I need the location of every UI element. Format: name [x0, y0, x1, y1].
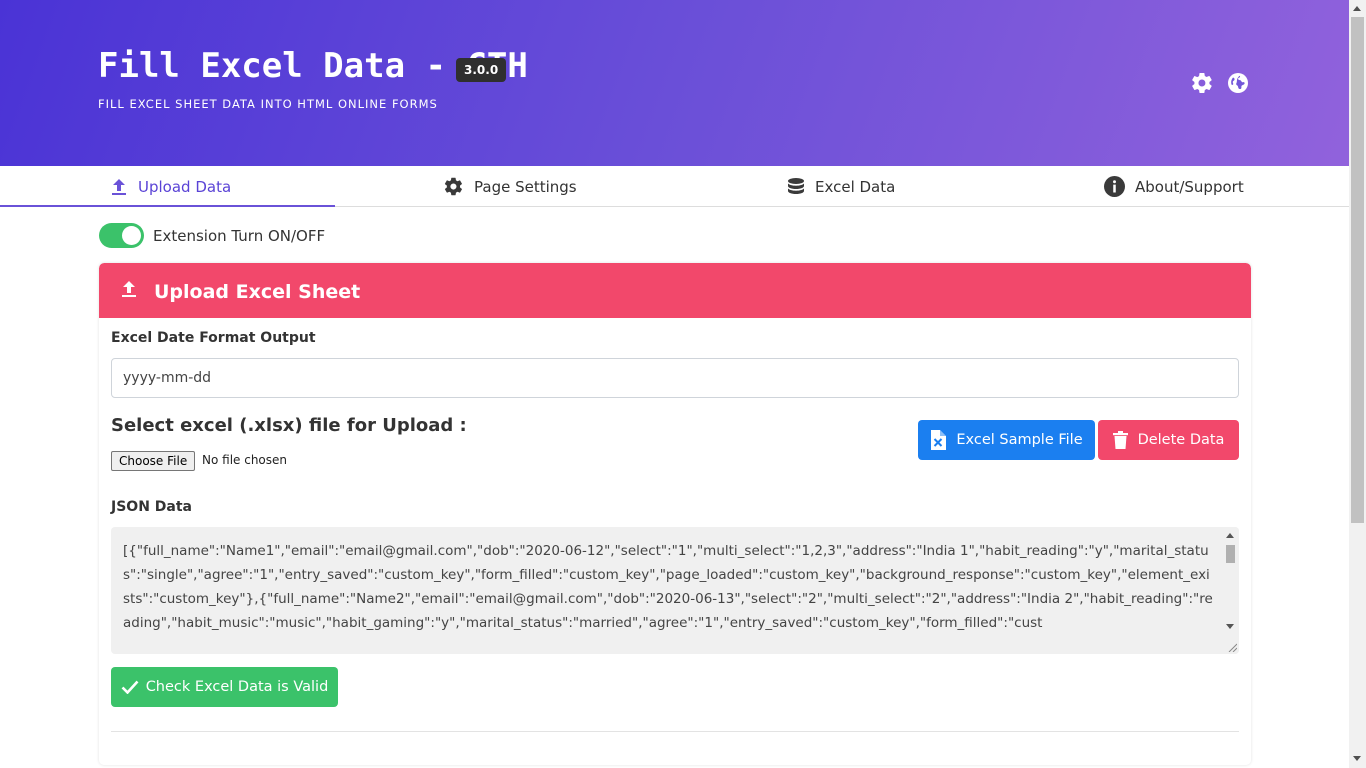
- app-subtitle: FILL EXCEL SHEET DATA INTO HTML ONLINE F…: [98, 97, 438, 111]
- excel-sample-file-button[interactable]: Excel Sample File: [918, 420, 1095, 460]
- scroll-down-arrow[interactable]: [1226, 624, 1234, 629]
- info-icon: [1104, 176, 1125, 197]
- upload-heading: Select excel (.xlsx) file for Upload :: [111, 415, 467, 436]
- tab-bar: Upload Data Page Settings Excel Data Abo…: [0, 166, 1349, 207]
- app-header: Fill Excel Data - CTH 3.0.0 FILL EXCEL S…: [0, 0, 1349, 166]
- scroll-thumb[interactable]: [1226, 545, 1235, 563]
- database-icon: [788, 177, 804, 194]
- scroll-up-arrow[interactable]: [1226, 533, 1234, 538]
- extension-toggle-label: Extension Turn ON/OFF: [153, 227, 326, 245]
- tab-page-settings[interactable]: Page Settings: [443, 166, 577, 207]
- tab-label: Upload Data: [138, 177, 232, 196]
- page-scroll-thumb[interactable]: [1351, 17, 1364, 523]
- sample-button-label: Excel Sample File: [956, 432, 1083, 448]
- json-data-text: [{"full_name":"Name1","email":"email@gma…: [123, 543, 1213, 631]
- json-data-textarea[interactable]: [{"full_name":"Name1","email":"email@gma…: [111, 527, 1239, 654]
- choose-file-button[interactable]: Choose File: [111, 451, 196, 471]
- card-header: Upload Excel Sheet: [99, 263, 1251, 318]
- globe-icon[interactable]: [1226, 71, 1250, 95]
- json-data-label: JSON Data: [111, 499, 192, 515]
- file-status: No file chosen: [202, 453, 288, 467]
- excel-file-icon: [931, 430, 947, 450]
- page-scroll-up-arrow[interactable]: [1353, 6, 1361, 11]
- tab-label: About/Support: [1135, 177, 1244, 196]
- upload-icon: [112, 178, 126, 195]
- delete-button-label: Delete Data: [1137, 432, 1225, 448]
- version-badge: 3.0.0: [456, 58, 507, 82]
- page-scrollbar[interactable]: [1349, 0, 1366, 768]
- tab-upload-data[interactable]: Upload Data: [110, 166, 231, 207]
- upload-icon: [122, 281, 136, 297]
- card-title: Upload Excel Sheet: [154, 281, 361, 303]
- gear-icon[interactable]: [1190, 71, 1214, 95]
- page-scroll-down-arrow[interactable]: [1353, 756, 1361, 761]
- check-button-label: Check Excel Data is Valid: [145, 679, 329, 695]
- date-format-input[interactable]: [111, 358, 1239, 398]
- toggle-knob: [122, 226, 141, 245]
- tab-about-support[interactable]: About/Support: [1104, 166, 1244, 207]
- gear-icon: [444, 177, 462, 196]
- tab-excel-data[interactable]: Excel Data: [787, 166, 895, 207]
- date-format-label: Excel Date Format Output: [111, 330, 316, 346]
- delete-data-button[interactable]: Delete Data: [1098, 420, 1239, 460]
- json-scrollbar[interactable]: [1222, 527, 1239, 654]
- checkmark-icon: [121, 680, 139, 694]
- tab-label: Excel Data: [815, 177, 896, 196]
- active-tab-indicator: [0, 205, 335, 207]
- divider: [111, 731, 1239, 732]
- page: Fill Excel Data - CTH 3.0.0 FILL EXCEL S…: [0, 0, 1349, 768]
- upload-card: Upload Excel Sheet Excel Date Format Out…: [99, 263, 1251, 765]
- trash-icon: [1112, 431, 1128, 449]
- check-excel-data-button[interactable]: Check Excel Data is Valid: [111, 667, 338, 707]
- tab-label: Page Settings: [474, 177, 577, 196]
- extension-toggle[interactable]: [99, 223, 144, 248]
- resize-handle-icon[interactable]: [1227, 642, 1237, 652]
